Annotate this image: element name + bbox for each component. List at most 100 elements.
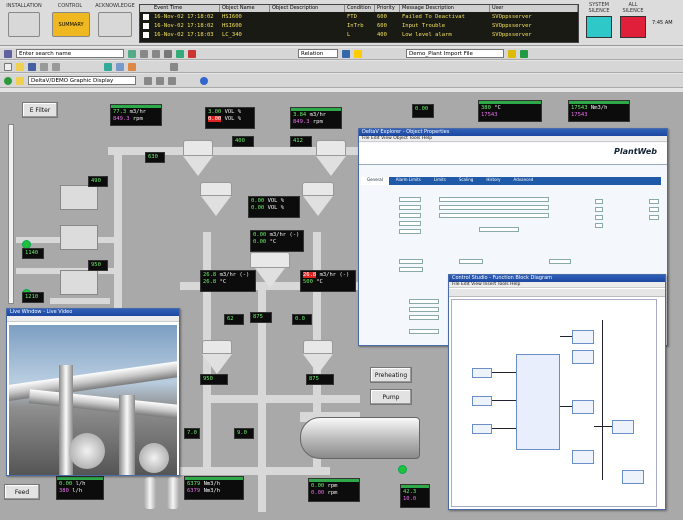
- back-icon[interactable]: [140, 49, 148, 58]
- form-field[interactable]: [399, 229, 421, 234]
- tab-history[interactable]: History: [480, 177, 506, 185]
- form-field[interactable]: [399, 259, 423, 264]
- tab-scaling[interactable]: Scaling: [453, 177, 480, 185]
- function-block[interactable]: [472, 368, 492, 378]
- readout[interactable]: 6379 Nm3/h 6379 Nm3/h: [184, 476, 244, 500]
- chart-icon[interactable]: [104, 62, 112, 71]
- nav-icon[interactable]: [156, 76, 164, 85]
- nav-icon[interactable]: [168, 76, 176, 85]
- shell-tube-exchanger[interactable]: [300, 417, 420, 459]
- form-field[interactable]: [479, 227, 519, 232]
- form-field[interactable]: [595, 223, 603, 228]
- heat-exchanger[interactable]: [60, 270, 98, 295]
- form-field[interactable]: [399, 213, 421, 218]
- refresh-icon[interactable]: [4, 76, 12, 85]
- function-block[interactable]: [572, 400, 594, 414]
- efilter-button[interactable]: E Filter: [22, 102, 58, 118]
- function-block[interactable]: [572, 350, 594, 364]
- form-field[interactable]: [439, 213, 549, 218]
- address-input[interactable]: DeltaV/DEMO Graphic Display: [28, 76, 136, 85]
- cyclone[interactable]: [303, 354, 333, 374]
- open-icon[interactable]: [16, 62, 24, 71]
- value-tag[interactable]: 875: [306, 374, 334, 385]
- tab-general[interactable]: General: [361, 177, 389, 185]
- preheating-button[interactable]: Preheating: [370, 367, 412, 383]
- alarm-row[interactable]: 16-Nov-02 17:18:02 HSI600 InTrb 600 Inpu…: [140, 21, 578, 30]
- readout[interactable]: 17543 Nm3/h 17543: [568, 100, 630, 122]
- close-icon[interactable]: [188, 49, 196, 58]
- nav-icon[interactable]: [144, 76, 152, 85]
- value-tag[interactable]: 400: [232, 136, 254, 147]
- readout[interactable]: 26.8 m3/hr (-) 500 °C: [300, 270, 356, 292]
- alarm-row[interactable]: 16-Nov-02 17:18:02 HSI600 FTD 600 Failed…: [140, 12, 578, 21]
- forward-icon[interactable]: [152, 49, 160, 58]
- tab-alarm-limits[interactable]: Alarm Limits: [390, 177, 427, 185]
- lock-icon[interactable]: [508, 49, 516, 58]
- form-field[interactable]: [409, 299, 439, 304]
- cyclone[interactable]: [202, 354, 232, 374]
- help-icon[interactable]: [354, 49, 362, 58]
- installation-button[interactable]: [8, 12, 40, 37]
- pump-button[interactable]: Pump: [370, 389, 412, 405]
- print-icon[interactable]: [164, 49, 172, 58]
- cut-icon[interactable]: [40, 62, 48, 71]
- value-tag[interactable]: 1140: [22, 248, 44, 259]
- readout[interactable]: 0.00: [412, 104, 434, 118]
- value-tag[interactable]: 412: [290, 136, 312, 147]
- function-block[interactable]: [516, 354, 560, 450]
- trend-icon[interactable]: [128, 62, 136, 71]
- copy-icon[interactable]: [52, 62, 60, 71]
- tab-advanced[interactable]: Advanced: [508, 177, 540, 185]
- value-tag[interactable]: 875: [250, 312, 272, 323]
- cyclone[interactable]: [316, 156, 346, 176]
- alarm-row[interactable]: 16-Nov-02 17:18:03 LC_340 L 400 Low leve…: [140, 30, 578, 39]
- value-tag[interactable]: 950: [200, 374, 228, 385]
- function-block[interactable]: [472, 396, 492, 406]
- heat-exchanger[interactable]: [60, 185, 98, 210]
- system-silence-button[interactable]: [586, 16, 612, 38]
- menu-icon[interactable]: [4, 49, 12, 58]
- form-field[interactable]: [595, 199, 603, 204]
- diagram-canvas[interactable]: [451, 299, 657, 507]
- function-block[interactable]: [572, 450, 594, 464]
- acknowledge-button[interactable]: [98, 12, 132, 37]
- refresh-icon[interactable]: [176, 49, 184, 58]
- value-tag[interactable]: 630: [145, 152, 165, 163]
- form-field[interactable]: [459, 259, 483, 264]
- readout[interactable]: 26.8 m3/hr (-) 26.8 °C: [200, 270, 256, 292]
- readout[interactable]: 0.00 VOL % 0.00 VOL %: [248, 196, 300, 218]
- form-field[interactable]: [439, 205, 549, 210]
- readout[interactable]: 0.00 m3/hr (-) 0.00 °C: [250, 230, 304, 252]
- form-field[interactable]: [399, 197, 421, 202]
- form-field[interactable]: [409, 307, 439, 312]
- live-video-window[interactable]: Live Window - Live Video: [6, 308, 180, 476]
- form-field[interactable]: [549, 259, 571, 264]
- function-block[interactable]: [612, 420, 634, 434]
- table-icon[interactable]: [116, 62, 124, 71]
- function-block[interactable]: [472, 424, 492, 434]
- globe-icon[interactable]: [200, 76, 208, 85]
- readout[interactable]: 77.3 m3/hr 849.3 rpm: [110, 104, 162, 126]
- save-icon[interactable]: [28, 62, 36, 71]
- cyclone[interactable]: [183, 156, 213, 176]
- form-field[interactable]: [649, 207, 659, 212]
- value-tag[interactable]: 1210: [22, 292, 44, 303]
- form-field[interactable]: [595, 215, 603, 220]
- form-field[interactable]: [399, 267, 423, 272]
- form-field[interactable]: [649, 199, 659, 204]
- cyclone[interactable]: [255, 268, 285, 288]
- form-field[interactable]: [595, 207, 603, 212]
- form-field[interactable]: [439, 197, 549, 202]
- readout[interactable]: 0.00 l/h 380 l/h: [56, 476, 104, 500]
- value-tag[interactable]: 9.0: [234, 428, 254, 439]
- form-field[interactable]: [399, 221, 421, 226]
- readout[interactable]: 42.3 10.0: [400, 484, 430, 508]
- all-silence-button[interactable]: [620, 16, 646, 38]
- function-block[interactable]: [622, 470, 644, 484]
- form-field[interactable]: [409, 315, 439, 320]
- feed-button[interactable]: Feed: [4, 484, 40, 500]
- path-select[interactable]: Demo_Plant Import File: [406, 49, 504, 58]
- form-field[interactable]: [399, 205, 421, 210]
- value-tag[interactable]: 0.0: [292, 314, 312, 325]
- new-icon[interactable]: [4, 62, 12, 71]
